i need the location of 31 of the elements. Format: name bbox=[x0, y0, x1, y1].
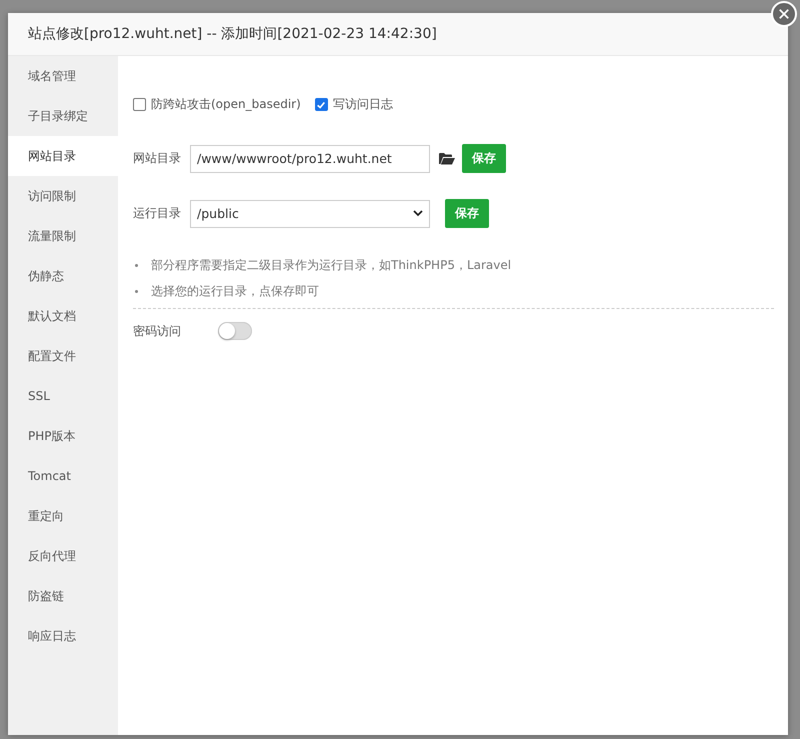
field-label: 运行目录 bbox=[133, 205, 182, 222]
sidebar-item[interactable]: 反向代理 bbox=[8, 536, 118, 576]
sidebar-item[interactable]: 子目录绑定 bbox=[8, 96, 118, 136]
sidebar-item[interactable]: 防盗链 bbox=[8, 576, 118, 616]
checkbox[interactable] bbox=[314, 98, 328, 111]
checkbox[interactable] bbox=[133, 98, 146, 111]
sidebar-item[interactable]: 重定向 bbox=[8, 496, 118, 536]
tip-text: 部分程序需要指定二级目录作为运行目录，如ThinkPHP5，Laravel bbox=[151, 256, 512, 274]
sidebar-item[interactable]: 流量限制 bbox=[8, 216, 118, 256]
dialog-title: 站点修改[pro12.wuht.net] -- 添加时间[2021-02-23 14:42:30] bbox=[8, 13, 788, 56]
dropdown[interactable]: /public bbox=[190, 200, 430, 228]
sidebar-item[interactable]: 域名管理 bbox=[8, 56, 118, 96]
sidebar-item[interactable]: 配置文件 bbox=[8, 336, 118, 376]
checkbox-label: 写访问日志 bbox=[332, 96, 393, 113]
sidebar-item[interactable]: PHP版本 bbox=[8, 416, 118, 456]
sidebar-item[interactable]: 默认文档 bbox=[8, 296, 118, 336]
tip-text: 选择您的运行目录，点保存即可 bbox=[151, 282, 319, 300]
field-label: 密码访问 bbox=[133, 322, 182, 340]
sidebar-item[interactable]: 网站目录 bbox=[8, 136, 118, 176]
chevron-down-icon bbox=[413, 210, 423, 217]
sidebar-item[interactable]: Tomcat bbox=[8, 456, 118, 496]
checkbox-label: 防跨站攻击(open_basedir) bbox=[151, 96, 301, 113]
sidebar-item[interactable]: 伪静态 bbox=[8, 256, 118, 296]
sidebar-item[interactable]: 访问限制 bbox=[8, 176, 118, 216]
sidebar-item[interactable]: 响应日志 bbox=[8, 616, 118, 656]
field-label: 网站目录 bbox=[133, 150, 182, 167]
close-icon[interactable] bbox=[771, 1, 797, 27]
toggle-switch[interactable] bbox=[218, 322, 252, 340]
input-field[interactable]: /www/wwwroot/pro12.wuht.net bbox=[190, 144, 430, 172]
sidebar-item[interactable]: SSL bbox=[8, 376, 118, 416]
folder-icon[interactable] bbox=[439, 152, 455, 165]
